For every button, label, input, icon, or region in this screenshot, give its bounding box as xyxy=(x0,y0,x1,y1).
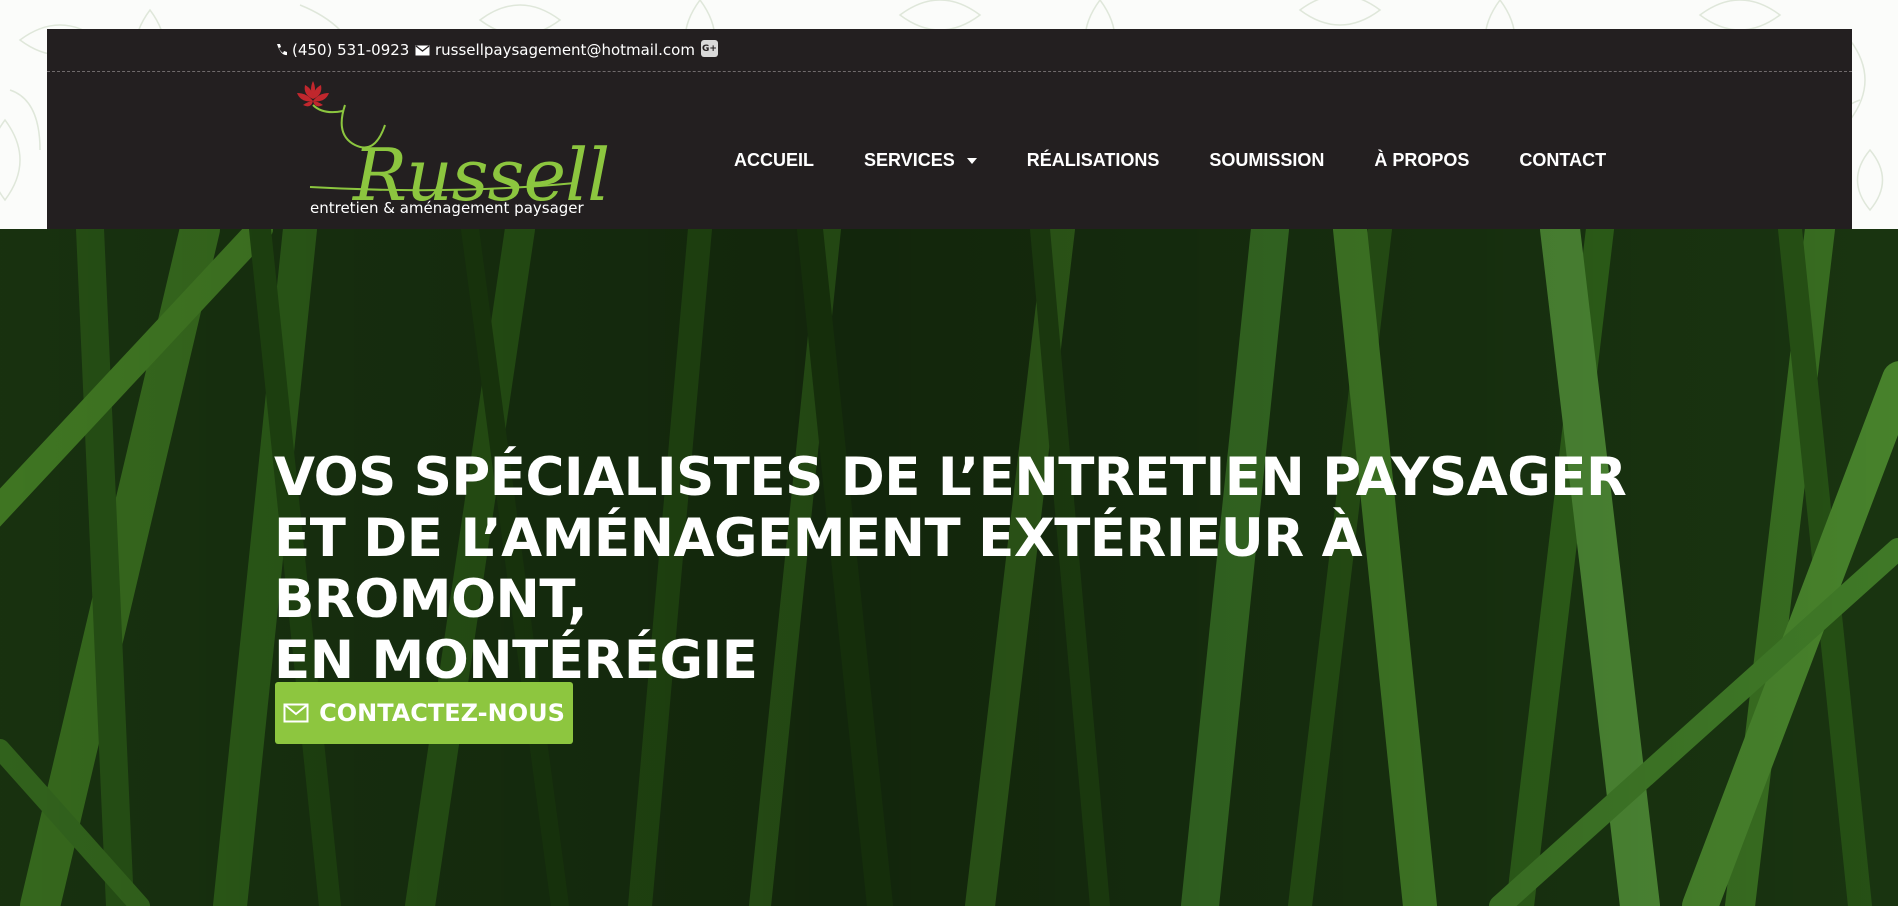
hero-title: VOS SPÉCIALISTES DE L’ENTRETIEN PAYSAGER… xyxy=(274,447,1674,691)
nav-item-accueil[interactable]: ACCUEIL xyxy=(734,150,814,171)
nav-item-label: CONTACT xyxy=(1519,150,1607,170)
nav-item-label: À PROPOS xyxy=(1374,150,1470,170)
caret-down-icon xyxy=(966,157,977,164)
hero-title-line: ET DE L’AMÉNAGEMENT EXTÉRIEUR À BROMONT, xyxy=(274,508,1363,630)
contact-us-button[interactable]: CONTACTEZ-NOUS xyxy=(275,682,573,744)
envelope-small-icon xyxy=(415,44,430,55)
cta-label: CONTACTEZ-NOUS xyxy=(319,699,565,727)
email-contact[interactable]: russellpaysagement@hotmail.com xyxy=(415,41,695,59)
nav-item-a-propos[interactable]: À PROPOS xyxy=(1374,150,1469,171)
hero-title-line: VOS SPÉCIALISTES DE L’ENTRETIEN PAYSAGER xyxy=(274,447,1627,508)
phone-number: (450) 531-0923 xyxy=(292,41,410,59)
email-address: russellpaysagement@hotmail.com xyxy=(435,41,695,59)
phone-icon xyxy=(277,44,287,56)
envelope-icon xyxy=(283,703,309,723)
logo-tagline: entretien & aménagement paysager xyxy=(310,199,584,217)
hero-section: VOS SPÉCIALISTES DE L’ENTRETIEN PAYSAGER… xyxy=(0,229,1898,906)
phone-contact[interactable]: (450) 531-0923 xyxy=(275,41,409,59)
main-navigation: ACCUEIL SERVICES RÉALISATIONS SOUMISSION… xyxy=(734,150,1606,171)
nav-item-label: SERVICES xyxy=(864,150,955,170)
contact-topbar: (450) 531-0923 russellpaysagement@hotmai… xyxy=(47,29,1852,72)
google-plus-icon[interactable]: G+ xyxy=(701,40,718,57)
nav-item-realisations[interactable]: RÉALISATIONS xyxy=(1027,150,1160,171)
nav-item-label: SOUMISSION xyxy=(1209,150,1325,170)
nav-item-contact[interactable]: CONTACT xyxy=(1519,150,1606,171)
nav-item-label: RÉALISATIONS xyxy=(1026,150,1160,170)
nav-item-label: ACCUEIL xyxy=(734,150,814,170)
site-header: (450) 531-0923 russellpaysagement@hotmai… xyxy=(47,29,1852,229)
site-logo[interactable]: Russell entretien & aménagement paysager xyxy=(285,75,610,225)
nav-item-services[interactable]: SERVICES xyxy=(864,150,977,171)
nav-item-soumission[interactable]: SOUMISSION xyxy=(1209,150,1324,171)
